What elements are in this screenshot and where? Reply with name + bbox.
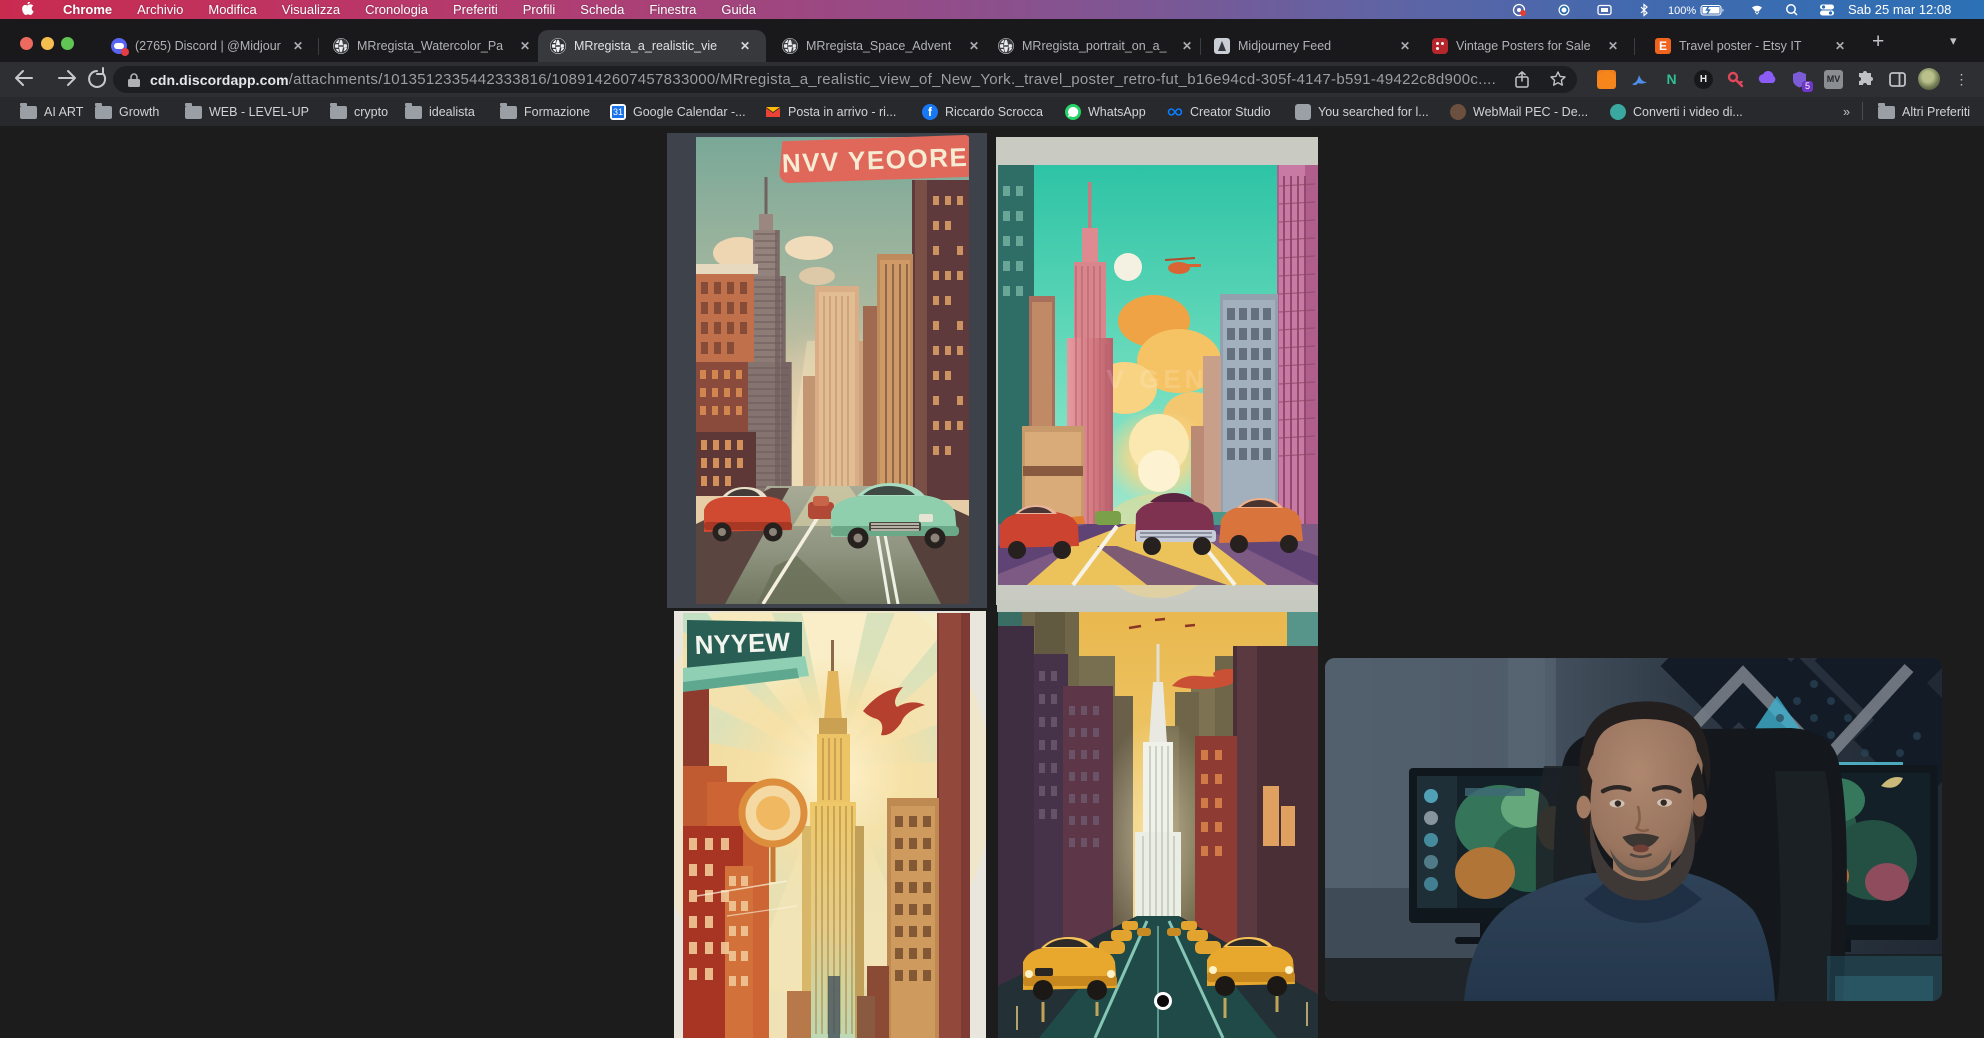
svg-text:100%: 100% bbox=[1668, 5, 1696, 17]
svg-text:V GEN: V GEN bbox=[1107, 364, 1208, 394]
svg-text:NYYEW: NYYEW bbox=[694, 627, 791, 660]
